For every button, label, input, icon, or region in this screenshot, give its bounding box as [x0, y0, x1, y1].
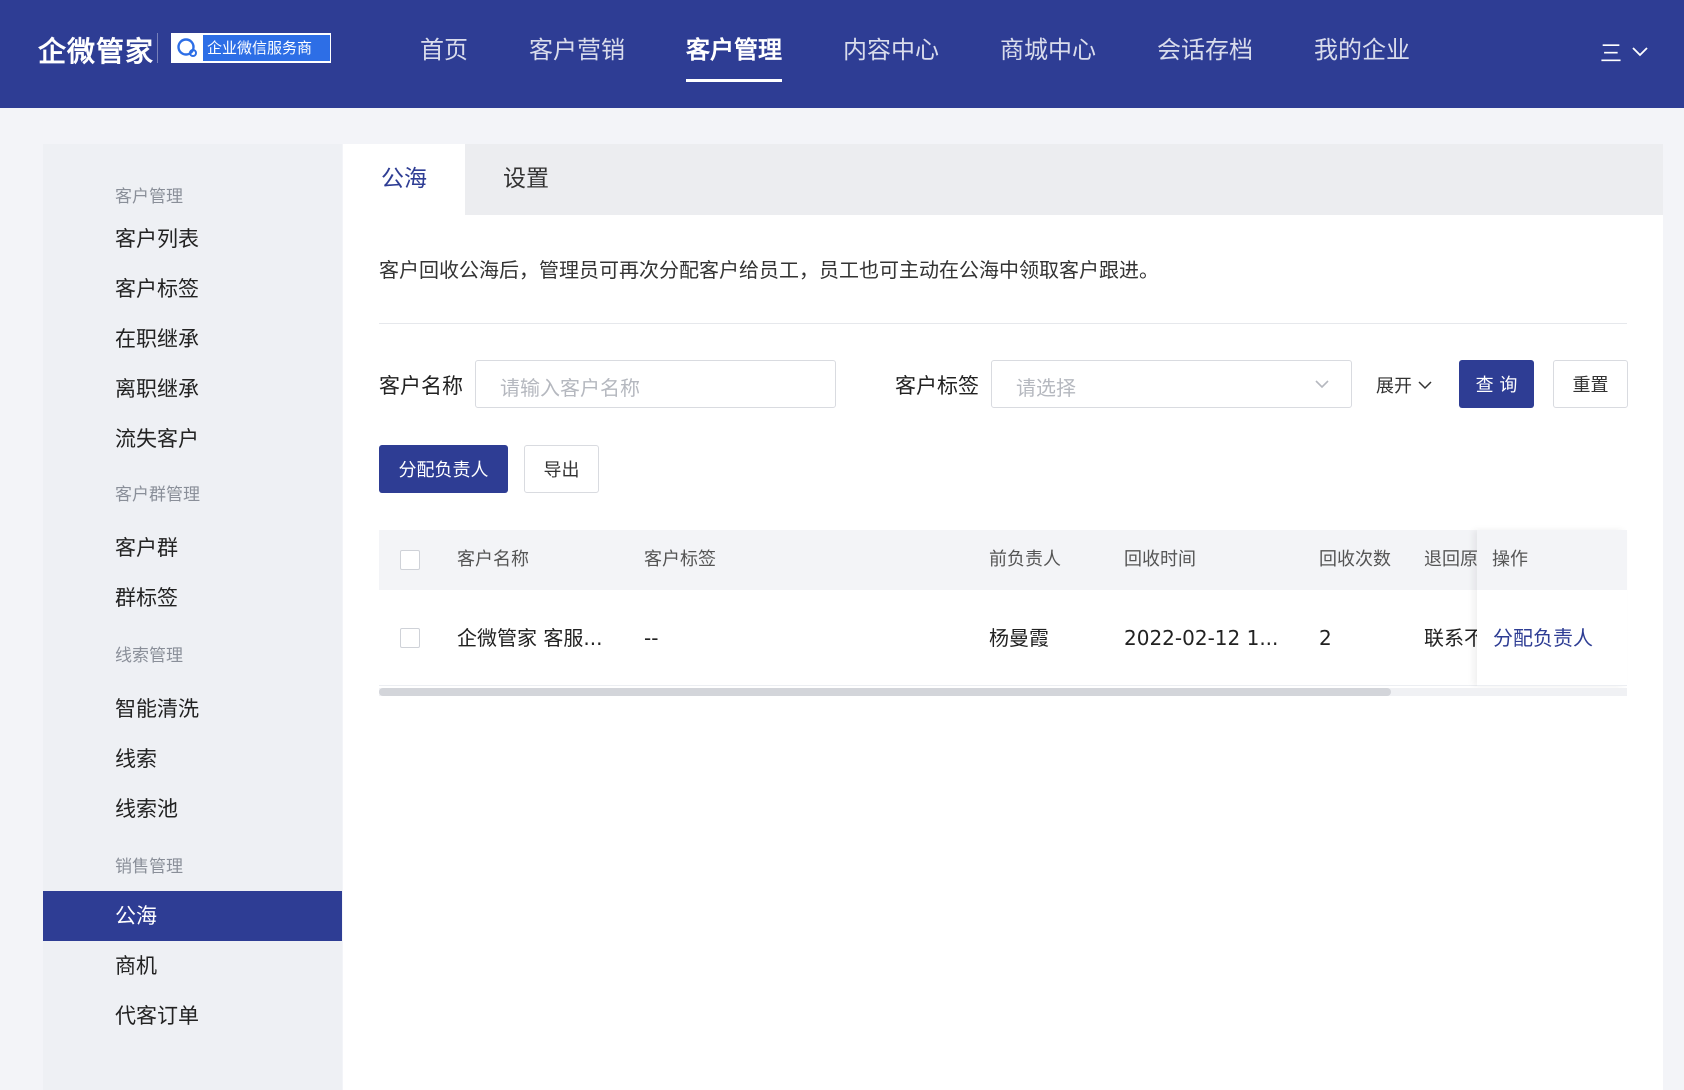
- chat-bubble-icon: [177, 38, 197, 57]
- menu-icon: 三: [1599, 42, 1622, 67]
- col-recycle-time: 回收时间: [1124, 549, 1196, 570]
- customer-name-placeholder: 请输入客户名称: [500, 376, 640, 400]
- sidebar-item-public-pool[interactable]: 公海: [43, 891, 342, 941]
- export-button[interactable]: 导出: [524, 445, 599, 493]
- chevron-down-icon: [1315, 380, 1329, 389]
- nav-mall-center[interactable]: 商城中心: [1000, 0, 1096, 108]
- sidebar-section-customer: 客户管理: [115, 187, 183, 207]
- sidebar-item-lead-pool[interactable]: 线索池: [43, 784, 342, 834]
- query-button[interactable]: 查 询: [1459, 360, 1534, 408]
- top-header: 企微管家 企业微信服务商 首页 客户营销 客户管理 内容中心 商城中心 会话存档…: [0, 0, 1684, 108]
- fixed-action-column: 操作 分配负责人: [1477, 530, 1627, 686]
- expand-filters-toggle[interactable]: 展开: [1376, 372, 1432, 398]
- chevron-down-icon: [1418, 381, 1432, 390]
- badge-label: 企业微信服务商: [203, 35, 330, 61]
- row-customer-name[interactable]: 企微管家 客服...: [457, 590, 602, 686]
- sidebar-item-customer-tags[interactable]: 客户标签: [43, 264, 342, 314]
- main-nav: 首页 客户营销 客户管理 内容中心 商城中心 会话存档 我的企业: [420, 0, 1471, 108]
- customer-tag-placeholder: 请选择: [1016, 376, 1076, 400]
- nav-my-enterprise[interactable]: 我的企业: [1314, 0, 1410, 108]
- col-previous-owner: 前负责人: [989, 549, 1061, 570]
- nav-marketing[interactable]: 客户营销: [529, 0, 625, 108]
- app-logo[interactable]: 企微管家: [38, 30, 154, 70]
- public-pool-table: 客户名称 客户标签 前负责人 回收时间 回收次数 退回原 企微管家 客服... …: [379, 530, 1627, 696]
- row-customer-tag: --: [644, 626, 659, 650]
- row-return-reason: 联系不: [1424, 626, 1477, 650]
- sidebar-section-leads: 线索管理: [115, 646, 183, 666]
- sidebar-item-proxy-orders[interactable]: 代客订单: [43, 991, 342, 1041]
- customer-name-input[interactable]: 请输入客户名称: [475, 360, 836, 408]
- chevron-down-icon: [1632, 47, 1648, 57]
- tab-public-pool[interactable]: 公海: [343, 144, 465, 215]
- col-customer-tag: 客户标签: [644, 549, 716, 570]
- sidebar-item-customer-groups[interactable]: 客户群: [43, 523, 342, 573]
- table-header: 客户名称 客户标签 前负责人 回收时间 回收次数 退回原: [379, 530, 1627, 590]
- row-recycle-time: 2022-02-12 1...: [1124, 626, 1279, 650]
- assign-owner-button[interactable]: 分配负责人: [379, 445, 508, 493]
- sidebar: 客户管理 客户列表 客户标签 在职继承 离职继承 流失客户 客户群管理 客户群 …: [43, 144, 342, 1090]
- main-panel: 公海 设置 客户回收公海后，管理员可再次分配客户给员工，员工也可主动在公海中领取…: [343, 144, 1663, 1090]
- nav-home[interactable]: 首页: [420, 0, 468, 108]
- col-return-reason: 退回原: [1424, 549, 1477, 570]
- sidebar-item-onjob-inherit[interactable]: 在职继承: [43, 314, 342, 364]
- tab-settings[interactable]: 设置: [465, 144, 587, 215]
- tab-bar: 公海 设置: [343, 144, 1663, 215]
- col-recycle-count: 回收次数: [1319, 549, 1391, 570]
- row-previous-owner: 杨曼霞: [989, 626, 1049, 650]
- scrollbar-thumb[interactable]: [379, 688, 1391, 696]
- table-row: 企微管家 客服... -- 杨曼霞 2022-02-12 1... 2 联系不: [379, 590, 1627, 686]
- expand-label: 展开: [1376, 376, 1412, 397]
- col-actions: 操作: [1477, 530, 1627, 590]
- row-recycle-count: 2: [1319, 626, 1332, 650]
- nav-customer-management[interactable]: 客户管理: [686, 0, 782, 108]
- logo-divider: [157, 33, 158, 63]
- sidebar-item-customer-list[interactable]: 客户列表: [43, 214, 342, 264]
- nav-content-center[interactable]: 内容中心: [843, 0, 939, 108]
- col-customer-name: 客户名称: [457, 549, 529, 570]
- sidebar-section-group: 客户群管理: [115, 485, 200, 505]
- reset-button[interactable]: 重置: [1553, 360, 1628, 408]
- row-checkbox[interactable]: [400, 628, 420, 648]
- customer-tag-select[interactable]: 请选择: [991, 360, 1352, 408]
- notice-text: 客户回收公海后，管理员可再次分配客户给员工，员工也可主动在公海中领取客户跟进。: [379, 258, 1159, 282]
- customer-tag-label: 客户标签: [895, 374, 979, 398]
- sidebar-item-leads[interactable]: 线索: [43, 734, 342, 784]
- horizontal-scrollbar[interactable]: [379, 688, 1627, 696]
- sidebar-section-sales: 销售管理: [115, 857, 183, 877]
- menu-button[interactable]: 三: [1600, 36, 1648, 68]
- sidebar-item-smart-clean[interactable]: 智能清洗: [43, 684, 342, 734]
- row-assign-owner-link[interactable]: 分配负责人: [1477, 590, 1627, 686]
- divider: [379, 323, 1627, 324]
- nav-chat-archive[interactable]: 会话存档: [1157, 0, 1253, 108]
- sidebar-item-lost-customers[interactable]: 流失客户: [43, 414, 342, 464]
- sidebar-item-group-tags[interactable]: 群标签: [43, 573, 342, 623]
- sidebar-item-resigned-inherit[interactable]: 离职继承: [43, 364, 342, 414]
- sidebar-item-opportunities[interactable]: 商机: [43, 941, 342, 991]
- customer-name-label: 客户名称: [379, 374, 463, 398]
- select-all-checkbox[interactable]: [400, 550, 420, 570]
- service-provider-badge: 企业微信服务商: [171, 33, 331, 63]
